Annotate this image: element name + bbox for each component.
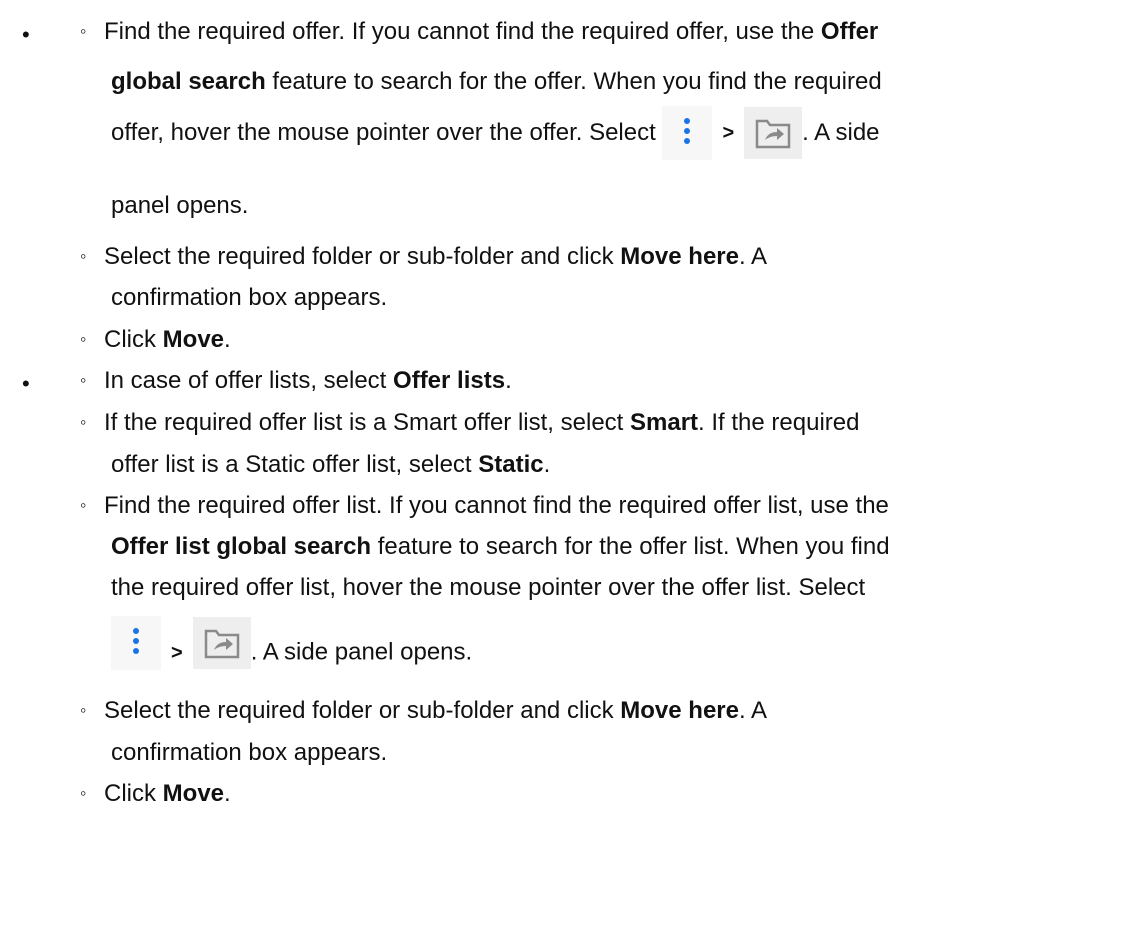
bold-term: Move	[162, 780, 225, 807]
bold-term: Offer	[820, 18, 879, 45]
text: . If the required	[698, 409, 860, 436]
text: .	[505, 367, 512, 394]
list-item: ◦ Click Move.	[80, 782, 231, 806]
text: confirmation box appears.	[111, 739, 388, 766]
list-item-continuation: > . A side panel opens.	[111, 616, 472, 674]
text: Select the required folder or sub-folder…	[104, 243, 621, 270]
list-bullet: •	[22, 22, 30, 47]
vertical-dots-icon	[662, 106, 713, 160]
list-item-continuation: Offer list global search feature to sear…	[111, 535, 890, 559]
bold-term: Smart	[630, 409, 699, 436]
text: If the required offer list is a Smart of…	[104, 409, 630, 436]
text: . A	[739, 697, 768, 724]
move-to-folder-icon	[192, 617, 251, 669]
bold-term: global search	[111, 68, 266, 95]
text: the required offer list, hover the mouse…	[111, 574, 866, 601]
list-item-continuation: the required offer list, hover the mouse…	[111, 576, 865, 600]
text: offer list is a Static offer list, selec…	[111, 451, 479, 478]
separator: >	[722, 122, 735, 144]
sub-bullet: ◦	[80, 495, 87, 515]
sub-bullet: ◦	[80, 246, 87, 266]
list-item-continuation: offer list is a Static offer list, selec…	[111, 453, 550, 477]
sub-bullet: ◦	[80, 21, 87, 41]
text: feature to search for the offer list. Wh…	[371, 533, 890, 560]
list-item-continuation: confirmation box appears.	[111, 286, 387, 310]
text: . A	[739, 243, 768, 270]
text: .	[224, 326, 231, 353]
text: offer, hover the mouse pointer over the …	[111, 119, 656, 146]
bold-term: Offer lists	[393, 367, 506, 394]
vertical-dots-icon	[111, 616, 161, 670]
text: .	[224, 780, 231, 807]
text: Click	[104, 780, 163, 807]
list-item-continuation: panel opens.	[111, 194, 248, 218]
text: .	[543, 451, 551, 478]
text: panel opens.	[111, 192, 249, 219]
list-item: ◦ Find the required offer list. If you ca…	[80, 494, 889, 518]
text: Click	[104, 326, 163, 353]
text: Select the required folder or sub-folder…	[104, 697, 621, 724]
list-item: ◦ Find the required offer. If you cannot …	[80, 20, 878, 44]
list-bullet: •	[22, 371, 30, 396]
sub-bullet: ◦	[80, 329, 87, 349]
bold-term: Static	[478, 451, 544, 478]
text: confirmation box appears.	[111, 284, 388, 311]
text: In case of offer lists, select	[104, 367, 394, 394]
move-to-folder-icon	[744, 107, 803, 159]
sub-bullet: ◦	[80, 700, 87, 720]
sub-bullet: ◦	[80, 370, 87, 390]
list-item: ◦ If the required offer list is a Smart o…	[80, 411, 859, 435]
list-item-continuation: confirmation box appears.	[111, 741, 387, 765]
bold-term: Move	[162, 326, 225, 353]
bold-term: Move here	[620, 243, 739, 270]
list-item: ◦ Select the required folder or sub-folde…	[80, 699, 767, 723]
separator: >	[171, 642, 183, 665]
list-item: ◦ Select the required folder or sub-folde…	[80, 245, 767, 269]
text: . A side	[802, 119, 880, 146]
text: . A side panel opens.	[250, 638, 473, 666]
text: feature to search for the offer. When yo…	[265, 68, 882, 95]
text: Find the required offer. If you cannot f…	[104, 18, 821, 45]
bold-term: Move here	[620, 697, 739, 724]
list-item-continuation: global search feature to search for the …	[111, 70, 882, 94]
text: Find the required offer list. If you can…	[104, 492, 889, 519]
list-item: ◦ Click Move.	[80, 328, 231, 352]
list-item: ◦ In case of offer lists, select Offer li…	[80, 369, 512, 393]
sub-bullet: ◦	[80, 783, 87, 803]
sub-bullet: ◦	[80, 412, 87, 432]
bold-term: Offer list global search	[111, 533, 372, 560]
list-item-continuation: offer, hover the mouse pointer over the …	[111, 106, 880, 160]
